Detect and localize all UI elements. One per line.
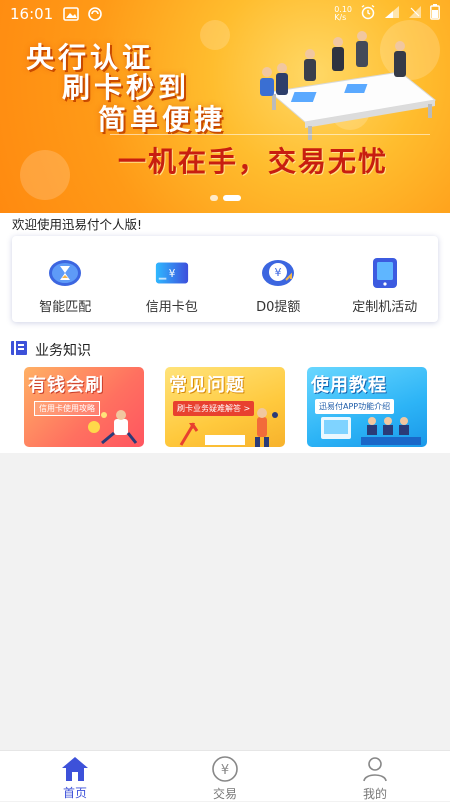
nav-label: 我的 bbox=[362, 787, 387, 801]
carousel-indicator[interactable] bbox=[0, 195, 450, 201]
nav-label: 首页 bbox=[62, 786, 87, 800]
bottom-navigation: 首页 ¥ 交易 我的 bbox=[0, 750, 450, 801]
promo-banner[interactable]: 16:01 0.10 K/s 央行认证 刷卡秒到 简单便捷 一机在手，交易无忧 bbox=[0, 0, 450, 213]
nav-label: 交易 bbox=[212, 787, 237, 801]
section-title: 业务知识 bbox=[35, 343, 91, 359]
welcome-text: 欢迎使用迅易付个人版! bbox=[12, 217, 143, 232]
tablet-icon bbox=[368, 256, 402, 290]
feature-label: 定制机活动 bbox=[352, 300, 418, 315]
knowledge-card-spending-tips[interactable]: 有钱会刷 信用卡使用攻略 bbox=[24, 367, 144, 447]
user-icon bbox=[360, 755, 390, 783]
image-icon bbox=[63, 7, 80, 21]
feature-custom-device[interactable]: 定制机活动 bbox=[332, 236, 439, 322]
banner-line-3: 简单便捷 bbox=[98, 103, 227, 136]
card-illustration bbox=[321, 417, 421, 445]
feature-menu: 智能匹配 ¥ 信用卡包 ¥ D0提额 定制机活动 bbox=[12, 236, 438, 322]
book-icon bbox=[10, 340, 28, 360]
signal-icon bbox=[384, 5, 400, 23]
alarm-icon bbox=[360, 4, 376, 24]
sync-icon bbox=[87, 6, 103, 22]
knowledge-section-header: 业务知识 bbox=[10, 340, 91, 360]
office-meeting-illustration bbox=[260, 31, 437, 140]
nav-profile[interactable]: 我的 bbox=[300, 751, 450, 801]
home-icon bbox=[60, 755, 90, 782]
nav-transactions[interactable]: ¥ 交易 bbox=[150, 751, 300, 801]
card-illustration bbox=[88, 410, 138, 445]
feature-label: 智能匹配 bbox=[39, 300, 92, 315]
carousel-dot-2[interactable] bbox=[222, 195, 241, 201]
feature-smart-match[interactable]: 智能匹配 bbox=[12, 236, 119, 322]
banner-slogan: 一机在手，交易无忧 bbox=[118, 145, 389, 178]
svg-text:¥: ¥ bbox=[275, 266, 282, 279]
svg-text:¥: ¥ bbox=[221, 763, 229, 778]
knowledge-card-tutorial[interactable]: 使用教程 迅易付APP功能介绍 bbox=[307, 367, 427, 447]
signal-secondary-icon bbox=[408, 5, 422, 23]
card-title: 有钱会刷 bbox=[28, 375, 104, 396]
feature-d0-limit[interactable]: ¥ D0提额 bbox=[225, 236, 332, 322]
network-speed: 0.10 K/s bbox=[334, 5, 352, 22]
feature-label: D0提额 bbox=[256, 300, 301, 315]
status-time: 16:01 bbox=[10, 5, 54, 23]
money-up-icon: ¥ bbox=[261, 256, 295, 290]
nav-home[interactable]: 首页 bbox=[0, 751, 150, 801]
knowledge-card-faq[interactable]: 常见问题 刷卡业务疑难解答 > bbox=[165, 367, 285, 447]
banner-divider bbox=[110, 134, 430, 135]
hourglass-icon bbox=[48, 256, 82, 290]
feature-label: 信用卡包 bbox=[145, 300, 198, 315]
carousel-dot-1[interactable] bbox=[209, 195, 218, 201]
feature-card-wallet[interactable]: ¥ 信用卡包 bbox=[119, 236, 226, 322]
card-title: 使用教程 bbox=[311, 375, 387, 396]
svg-text:¥: ¥ bbox=[168, 268, 175, 280]
card-title: 常见问题 bbox=[169, 375, 245, 396]
battery-icon bbox=[430, 4, 440, 24]
yuan-circle-icon: ¥ bbox=[210, 755, 240, 783]
credit-card-icon: ¥ bbox=[155, 256, 189, 290]
card-illustration bbox=[179, 408, 278, 447]
